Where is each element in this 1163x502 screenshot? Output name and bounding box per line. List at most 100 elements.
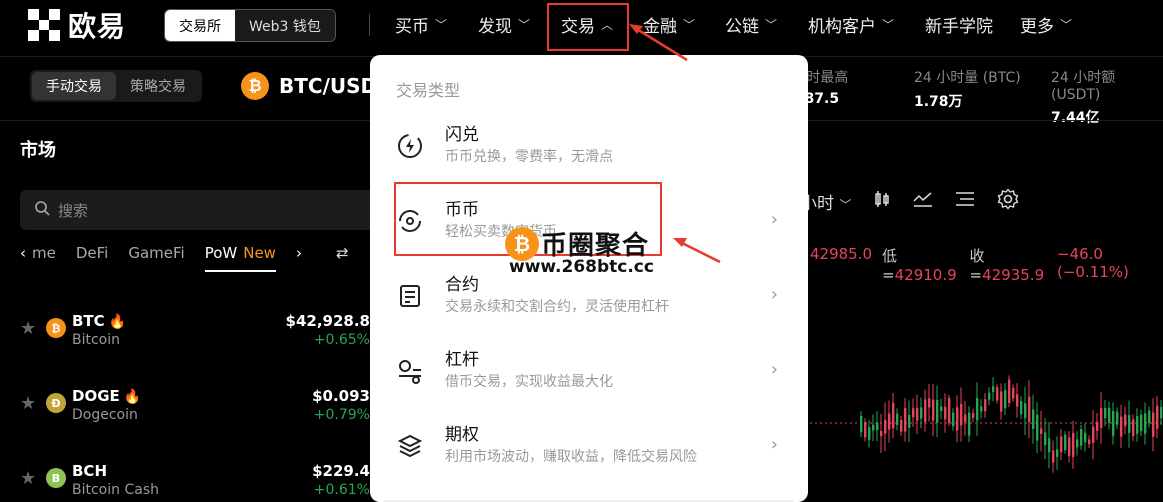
candle-body <box>956 407 959 431</box>
bitcoin-logo-icon: ₿ <box>505 227 539 261</box>
candle-body <box>900 419 903 432</box>
market-row[interactable]: ★ B BCH Bitcoin Cash $229.4 +0.61% <box>20 458 380 502</box>
candle-body <box>860 416 863 433</box>
nav-divider <box>369 14 370 36</box>
candle-body <box>916 407 919 421</box>
dropdown-item-title: 合约 <box>445 275 479 295</box>
trade-type-dropdown: 交易类型 闪兑 币币兑换，零费率，无滑点 币币 轻松买卖数字货币 › 合约 交易… <box>370 55 808 502</box>
candle-body <box>904 408 907 432</box>
candle-body <box>928 398 931 408</box>
candle-body <box>1028 396 1031 422</box>
tab-meme[interactable]: me <box>32 244 56 262</box>
candle-body <box>948 398 951 424</box>
candle-body <box>1152 412 1155 437</box>
nav-academy[interactable]: 新手学院 <box>925 12 993 37</box>
coin-name: Dogecoin <box>72 407 138 423</box>
candle-body <box>1052 450 1055 463</box>
candle-body <box>1124 414 1127 427</box>
tab-gamefi[interactable]: GameFi <box>128 244 184 262</box>
candle-body <box>1160 406 1163 419</box>
chevron-down-icon: ﹀ <box>518 18 531 32</box>
btc-coin-icon: ₿ <box>241 72 269 100</box>
candle-body <box>1068 437 1071 457</box>
nav-more[interactable]: 更多 ﹀ <box>1020 12 1072 37</box>
manual-trade-tab[interactable]: 手动交易 <box>32 72 116 100</box>
coin-change: +0.65% <box>313 332 370 348</box>
exchange-tab[interactable]: 交易所 <box>165 10 235 41</box>
options-icon <box>396 432 424 460</box>
candle-body <box>1008 379 1011 403</box>
market-category-tabs: ‹ me DeFi GameFi PoW New › ⇄ <box>20 244 349 272</box>
market-search-input[interactable]: 搜索 <box>20 190 380 230</box>
candle-body <box>896 413 899 425</box>
tabs-prev-icon[interactable]: ‹ <box>20 244 26 262</box>
candle-body <box>1012 387 1015 399</box>
candle-body <box>1096 421 1099 431</box>
candle-body <box>968 412 971 436</box>
price-chart[interactable] <box>800 280 1163 502</box>
logo-text: 欧易 <box>68 10 127 43</box>
market-row[interactable]: ★ Ð DOGE 🔥 Dogecoin $0.093 +0.79% <box>20 383 380 433</box>
dropdown-item-title: 期权 <box>445 425 479 445</box>
coin-symbol: DOGE <box>72 387 120 405</box>
candle-body <box>932 399 935 421</box>
web3-wallet-tab[interactable]: Web3 钱包 <box>235 10 335 41</box>
candle-body <box>920 407 923 419</box>
gear-icon[interactable] <box>997 188 1019 215</box>
change-value: −46.0 (−0.11%) <box>1056 245 1129 281</box>
candle-body <box>1000 391 1003 412</box>
candle-body <box>1120 416 1123 437</box>
star-icon[interactable]: ★ <box>20 393 36 414</box>
candle-body <box>1056 449 1059 457</box>
dropdown-item-desc: 借币交易，实现收益最大化 <box>445 374 613 390</box>
market-row[interactable]: ★ ₿ BTC 🔥 Bitcoin $42,928.8 +0.65% <box>20 308 380 358</box>
dropdown-header: 交易类型 <box>396 81 461 100</box>
coin-symbol: BTC <box>72 312 105 330</box>
candle-body <box>1108 407 1111 423</box>
trade-type-flash-swap[interactable]: 闪兑 币币兑换，零费率，无滑点 <box>370 112 808 182</box>
star-icon[interactable]: ★ <box>20 318 36 339</box>
candle-body <box>1076 439 1079 448</box>
tab-defi[interactable]: DeFi <box>76 244 108 262</box>
logo[interactable]: 欧易 <box>28 9 126 43</box>
pair-selector[interactable]: ₿ BTC/USDT <box>241 72 391 100</box>
dropdown-item-desc: 交易永续和交割合约，灵活使用杠杆 <box>445 299 669 315</box>
candle-body <box>940 406 943 412</box>
nav-institutional[interactable]: 机构客户 ﹀ <box>808 12 894 37</box>
candle-body <box>1144 413 1147 434</box>
candle-body <box>1148 410 1151 424</box>
trade-type-options[interactable]: 期权 利用市场波动，赚取收益，降低交易风险 › <box>370 412 808 482</box>
nav-buy-crypto[interactable]: 买币 ﹀ <box>395 12 447 37</box>
candle-body <box>912 408 915 418</box>
nav-discover[interactable]: 发现 ﹀ <box>478 12 530 37</box>
indicator-icon[interactable] <box>913 190 933 213</box>
margin-icon <box>396 357 424 385</box>
candle-body <box>1020 400 1023 415</box>
dropdown-item-desc: 币币兑换，零费率，无滑点 <box>445 149 613 165</box>
stat-24h-turnover: 24 小时额 (USDT) 7.44亿 <box>1051 70 1116 126</box>
candle-body <box>980 406 983 412</box>
draw-tools-icon[interactable] <box>955 190 975 213</box>
candle-body <box>1040 428 1043 434</box>
doge-coin-icon: Ð <box>46 393 66 413</box>
candle-body <box>892 402 895 429</box>
star-icon[interactable]: ★ <box>20 468 36 489</box>
contract-icon <box>396 282 424 310</box>
candle-body <box>1004 390 1007 409</box>
candle-body <box>1136 416 1139 434</box>
swap-icon[interactable]: ⇄ <box>336 244 349 262</box>
candle-body <box>1132 419 1135 437</box>
tabs-next-icon[interactable]: › <box>296 244 302 262</box>
candle-body <box>964 414 967 422</box>
candle-body <box>996 387 999 401</box>
candle-body <box>1044 432 1047 446</box>
nav-chains[interactable]: 公链 ﹀ <box>725 12 777 37</box>
trade-type-margin[interactable]: 杠杆 借币交易，实现收益最大化 › <box>370 337 808 407</box>
candle-type-icon[interactable] <box>873 190 891 213</box>
coin-price: $229.4 <box>312 462 370 480</box>
candle-body <box>992 386 995 393</box>
strategy-trade-tab[interactable]: 策略交易 <box>116 72 200 100</box>
candle-body <box>960 403 963 426</box>
candle-body <box>872 424 875 431</box>
tab-pow[interactable]: PoW New <box>204 244 276 272</box>
